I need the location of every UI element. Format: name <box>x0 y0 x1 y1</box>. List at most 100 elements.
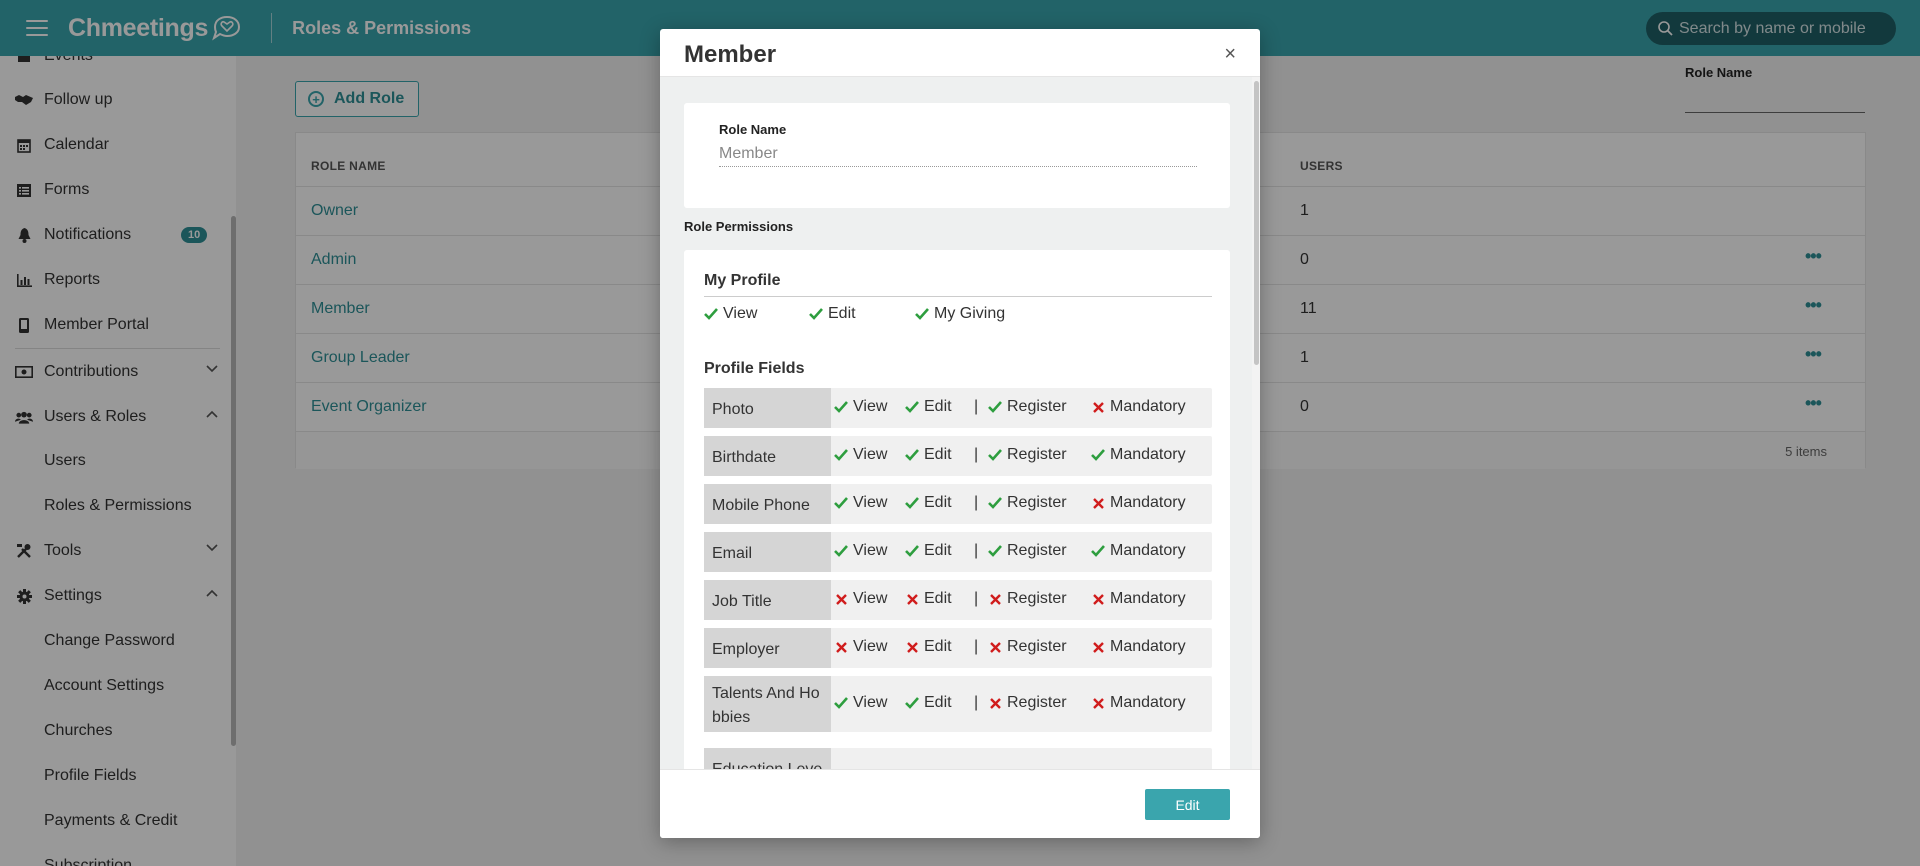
cross-icon <box>988 640 1002 654</box>
permission-label: Register <box>1007 494 1067 511</box>
permission-toggle[interactable]: Mandatory <box>1091 446 1186 464</box>
permission-toggle[interactable]: Register <box>988 398 1067 416</box>
option-label: View <box>723 305 758 322</box>
modal-scrollbar-thumb[interactable] <box>1254 81 1259 365</box>
field-name: Birthdate <box>704 436 831 476</box>
permission-toggle[interactable]: View <box>834 446 887 464</box>
permission-separator: | <box>974 542 979 559</box>
permission-toggle[interactable]: View <box>834 494 887 512</box>
cross-icon <box>1091 400 1105 414</box>
role-name-card: Role Name <box>684 103 1230 208</box>
permission-toggle[interactable]: Mandatory <box>1091 542 1186 560</box>
permission-toggle[interactable]: Mandatory <box>1091 398 1186 416</box>
permission-toggle[interactable]: Edit <box>905 694 952 712</box>
permission-toggle[interactable]: Edit <box>905 638 952 656</box>
check-icon <box>704 307 718 321</box>
permission-label: Edit <box>924 446 952 463</box>
permission-label: Register <box>1007 542 1067 559</box>
permission-toggle[interactable]: View <box>834 590 887 608</box>
cross-icon <box>988 696 1002 710</box>
permission-toggle[interactable]: Edit <box>905 494 952 512</box>
field-name: Job Title <box>704 580 831 620</box>
check-icon <box>905 496 919 510</box>
permission-toggle[interactable]: Mandatory <box>1091 494 1186 512</box>
my-profile-option[interactable]: View <box>704 305 757 323</box>
edit-button[interactable]: Edit <box>1145 789 1230 820</box>
permission-label: Edit <box>924 494 952 511</box>
check-icon <box>834 544 848 558</box>
permission-toggle[interactable]: View <box>834 638 887 656</box>
permission-toggle[interactable]: Register <box>988 494 1067 512</box>
permission-toggle[interactable]: Register <box>988 694 1067 712</box>
cross-icon <box>1091 696 1105 710</box>
permission-separator: | <box>974 398 979 415</box>
permission-toggle[interactable]: Mandatory <box>1091 694 1186 712</box>
permission-label: Register <box>1007 694 1067 711</box>
check-icon <box>988 400 1002 414</box>
permissions-card: My Profile View Edit My Giving Profile Fie… <box>684 250 1230 769</box>
permission-label: Register <box>1007 590 1067 607</box>
my-profile-option[interactable]: Edit <box>809 305 856 323</box>
close-icon[interactable]: × <box>1224 44 1236 64</box>
check-icon <box>1091 448 1105 462</box>
check-icon <box>834 400 848 414</box>
permission-toggle[interactable]: Edit <box>905 398 952 416</box>
permission-toggle[interactable]: Register <box>988 638 1067 656</box>
permission-label: View <box>853 694 888 711</box>
cross-icon <box>905 592 919 606</box>
cross-icon <box>988 592 1002 606</box>
permission-label: Mandatory <box>1110 494 1186 511</box>
profile-field-row: Birthdate View Edit | Register Mandatory <box>704 436 1212 476</box>
check-icon <box>988 544 1002 558</box>
permission-toggle[interactable]: Mandatory <box>1091 638 1186 656</box>
permission-toggle[interactable]: Edit <box>905 542 952 560</box>
permission-toggle[interactable]: View <box>834 398 887 416</box>
profile-field-row: Job Title View Edit | Register Mandatory <box>704 580 1212 620</box>
option-label: Edit <box>828 305 856 322</box>
check-icon <box>1091 544 1105 558</box>
permission-label: View <box>853 638 888 655</box>
check-icon <box>809 307 823 321</box>
check-icon <box>905 448 919 462</box>
field-name: Email <box>704 532 831 572</box>
permission-toggle[interactable]: Edit <box>905 446 952 464</box>
field-name: Talents And Ho bbies <box>704 676 831 732</box>
check-icon <box>905 400 919 414</box>
permission-separator: | <box>974 446 979 463</box>
permission-label: Edit <box>924 638 952 655</box>
field-name: Employer <box>704 628 831 668</box>
cross-icon <box>1091 496 1105 510</box>
permission-label: Register <box>1007 446 1067 463</box>
permission-label: Edit <box>924 694 952 711</box>
permission-label: View <box>853 542 888 559</box>
cross-icon <box>834 592 848 606</box>
role-name-label: Role Name <box>719 122 787 137</box>
my-profile-option[interactable]: My Giving <box>915 305 1005 323</box>
permission-label: Register <box>1007 638 1067 655</box>
check-icon <box>834 696 848 710</box>
profile-field-row: Mobile Phone View Edit | Register Mandatory <box>704 484 1212 524</box>
permission-label: Edit <box>924 542 952 559</box>
modal-body: Role Name Role Permissions My Profile Vi… <box>660 77 1260 769</box>
my-profile-heading: My Profile <box>704 272 781 289</box>
permission-toggle[interactable]: View <box>834 542 887 560</box>
check-icon <box>834 496 848 510</box>
permission-label: Edit <box>924 590 952 607</box>
permission-separator: | <box>974 494 979 511</box>
permission-toggle[interactable]: View <box>834 694 887 712</box>
permission-toggle[interactable]: Register <box>988 542 1067 560</box>
permission-label: View <box>853 398 888 415</box>
permission-toggle[interactable]: Mandatory <box>1091 590 1186 608</box>
permission-toggle[interactable]: Register <box>988 446 1067 464</box>
permission-separator: | <box>974 590 979 607</box>
permission-toggle[interactable]: Edit <box>905 590 952 608</box>
role-modal: Member × Role Name Role Permissions My P… <box>660 29 1260 838</box>
permission-label: Mandatory <box>1110 638 1186 655</box>
permission-label: View <box>853 494 888 511</box>
permission-label: Mandatory <box>1110 590 1186 607</box>
profile-field-row: Email View Edit | Register Mandatory <box>704 532 1212 572</box>
permission-toggle[interactable]: Register <box>988 590 1067 608</box>
check-icon <box>905 696 919 710</box>
role-name-input[interactable] <box>719 141 1197 167</box>
check-icon <box>915 307 929 321</box>
